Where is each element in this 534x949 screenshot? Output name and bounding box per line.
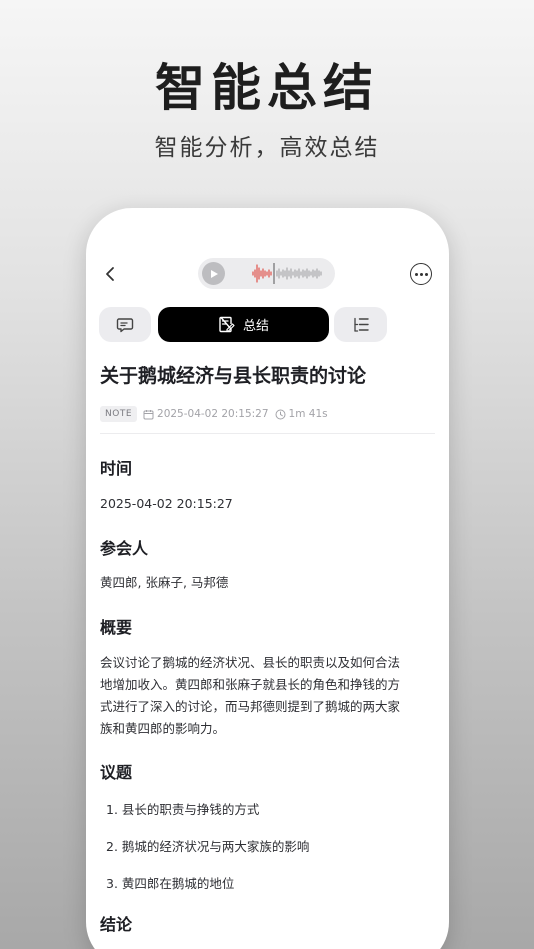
document-title: 关于鹅城经济与县长职责的讨论 xyxy=(100,365,367,387)
list-item: 3. 黄四郎在鹅城的地位 xyxy=(106,876,235,891)
section-time-value: 2025-04-02 20:15:27 xyxy=(100,496,233,511)
play-icon xyxy=(210,269,218,278)
section-topics-heading: 议题 xyxy=(100,763,133,782)
meta-duration: 1m 41s xyxy=(275,408,328,420)
divider xyxy=(100,433,435,434)
list-icon xyxy=(353,317,369,332)
section-participants-heading: 参会人 xyxy=(100,539,149,558)
meta-datetime: 2025-04-02 20:15:27 xyxy=(143,408,269,420)
section-conclusion-heading: 结论 xyxy=(100,915,133,934)
promo-title: 智能总结 xyxy=(155,59,379,117)
document-meta: NOTE 2025-04-02 20:15:27 1m 41s xyxy=(100,405,328,423)
section-participants-value: 黄四郎, 张麻子, 马邦德 xyxy=(100,575,229,590)
list-item: 2. 鹅城的经济状况与两大家族的影响 xyxy=(106,839,310,854)
note-badge: NOTE xyxy=(100,406,138,422)
overview-line: 会议讨论了鹅城的经济状况、县长的职责以及如何合法 xyxy=(100,655,401,670)
meta-datetime-text: 2025-04-02 20:15:27 xyxy=(157,408,269,420)
section-overview-heading: 概要 xyxy=(100,618,133,637)
overview-line: 族和黄四郎的影响力。 xyxy=(100,721,226,736)
tab-summary-label: 总结 xyxy=(242,319,269,334)
tab-transcript[interactable] xyxy=(99,307,151,342)
chevron-left-icon xyxy=(106,267,114,281)
more-button[interactable] xyxy=(410,263,432,285)
phone-screen: 总结 关于鹅城经济与县长职责的讨论 NOTE 2025-04-02 20:15:… xyxy=(86,208,449,949)
audio-waveform[interactable] xyxy=(231,262,331,285)
list-item: 1. 县长的职责与挣钱的方式 xyxy=(106,802,260,817)
chat-bubble-icon xyxy=(116,317,134,332)
meta-duration-text: 1m 41s xyxy=(288,408,328,420)
back-button[interactable] xyxy=(100,264,120,284)
audio-player[interactable] xyxy=(198,258,335,289)
document-edit-icon xyxy=(219,316,235,333)
section-overview-text: 会议讨论了鹅城的经济状况、县长的职责以及如何合法 地增加收入。黄四郎和张麻子就县… xyxy=(100,652,436,740)
section-time-heading: 时间 xyxy=(100,459,133,478)
clock-icon xyxy=(275,409,286,419)
calendar-icon xyxy=(143,409,154,419)
promo-subtitle: 智能分析，高效总结 xyxy=(154,135,380,161)
more-horizontal-icon xyxy=(414,272,428,276)
overview-line: 地增加收入。黄四郎和张麻子就县长的角色和挣钱的方 xyxy=(100,677,401,692)
tab-outline[interactable] xyxy=(334,307,387,342)
overview-line: 式进行了深入的讨论，而马邦德则提到了鹅城的两大家 xyxy=(100,699,401,714)
play-button[interactable] xyxy=(202,262,225,285)
tab-summary[interactable]: 总结 xyxy=(158,307,329,342)
